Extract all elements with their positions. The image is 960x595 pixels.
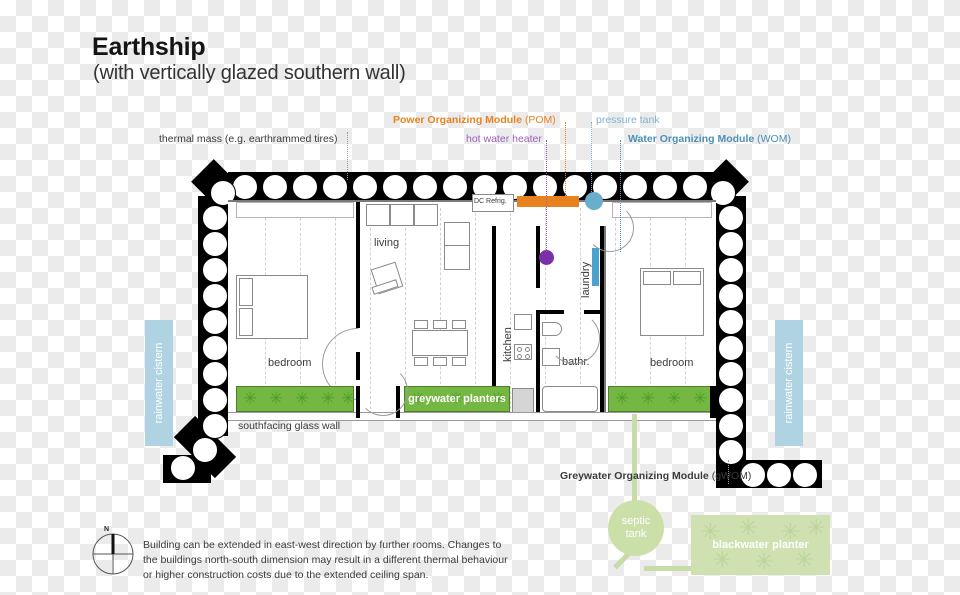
stove-burner-1 (517, 347, 522, 352)
stove-burner-4 (525, 354, 530, 359)
leader-hot-water-heater (546, 140, 547, 252)
leader-wom (620, 140, 621, 252)
rainwater-cistern-left-label: rainwater cistern (153, 342, 165, 424)
stove-burner-2 (525, 347, 530, 352)
pressure-tank (585, 192, 603, 210)
room-label-living: living (374, 237, 400, 249)
dc-refrigerator-label: DC Refrig. (474, 198, 507, 205)
power-organizing-module (517, 196, 579, 207)
dining-chair-2 (433, 320, 447, 329)
sofa-cushion-2 (390, 204, 414, 226)
south-wall-east-end (710, 386, 716, 418)
pillow-left-1 (239, 278, 253, 306)
hot-water-heater (539, 250, 554, 265)
blackwater-planter-label: blackwater planter (712, 539, 809, 551)
partition-kitchen-bath (536, 310, 540, 418)
partition-bath-north-east (584, 310, 602, 314)
callout-pom-bold: Power Organizing Module (393, 114, 522, 126)
room-label-bedroom-left: bedroom (268, 357, 312, 369)
footnote-text: Building can be extended in east-west di… (143, 539, 508, 581)
dining-table (412, 330, 468, 356)
bathtub (542, 386, 598, 412)
door-arc-laundry (586, 204, 634, 252)
blackwater-planter: ✳ ✳ ✳ ✳ ✳ ✳ ✳ blackwater planter (691, 515, 830, 575)
dining-chair-4 (414, 357, 428, 366)
septic-tank-label-line1: septic (621, 515, 651, 528)
callout-hot-water-heater: hot water heater (466, 133, 542, 145)
callout-gwom-abbrev: (gWOM) (711, 470, 752, 482)
greywater-pipe-vertical (632, 414, 637, 504)
rainwater-cistern-left: rainwater cistern (145, 320, 173, 446)
door-arc-bathroom (548, 312, 600, 364)
greywater-planter-west: ✳ ✳ ✳ ✳ ✳ (236, 386, 354, 412)
kitchen-sink (514, 314, 532, 330)
partition-bedroom-living (356, 200, 360, 328)
rainwater-cistern-right-label: rainwater cistern (783, 342, 795, 424)
callout-pressure-tank: pressure tank (596, 114, 660, 126)
dining-chair-5 (433, 357, 447, 366)
callout-greywater-organizing-module: Greywater Organizing Module (gWOM) (560, 470, 751, 482)
compass-north-label: N (104, 526, 110, 533)
greywater-planter-central: ✳ ✳ ✳ greywater planters (404, 386, 510, 412)
pillow-right-2 (673, 271, 701, 285)
sofa-cushion-1 (366, 204, 390, 226)
callout-pom-abbrev: (POM) (524, 114, 556, 126)
callout-wom-abbrev: (WOM) (757, 133, 791, 145)
floor-plan: rainwater cistern rainwater cistern bedr… (0, 0, 960, 595)
greywater-planters-label: greywater planters (408, 393, 506, 405)
bedroom-right-west-wall (604, 226, 606, 416)
sofa-two-seat-cushion (444, 222, 470, 246)
callout-water-organizing-module: Water Organizing Module (WOM) (628, 133, 791, 145)
callout-gwom-bold: Greywater Organizing Module (560, 470, 709, 482)
callout-southfacing-glass-wall: southfacing glass wall (238, 420, 341, 432)
callout-wom-bold: Water Organizing Module (628, 133, 755, 145)
room-label-bedroom-right: bedroom (650, 357, 694, 369)
dining-chair-6 (452, 357, 466, 366)
door-arc-south-entry (358, 366, 408, 416)
leader-thermal-mass (347, 132, 348, 180)
water-organizing-module (592, 248, 599, 286)
septic-tank: septic tank (608, 500, 664, 556)
pillow-left-2 (239, 308, 253, 336)
rainwater-cistern-right: rainwater cistern (775, 320, 803, 446)
roof-joist-hatch-west (236, 202, 354, 218)
room-label-laundry: laundry (580, 261, 592, 298)
septic-tank-label-line2: tank (625, 528, 647, 540)
kitchen-counter (512, 388, 534, 414)
leader-pressure-tank (591, 122, 592, 194)
callout-thermal-mass: thermal mass (e.g. earthrammed tires) (159, 133, 338, 145)
greywater-planter-east: ✳ ✳ ✳ ✳ (608, 386, 714, 412)
room-label-kitchen: kitchen (502, 327, 514, 362)
dining-chair-1 (414, 320, 428, 329)
partition-bath-north (540, 310, 564, 314)
pillow-right-1 (643, 271, 671, 285)
leader-pom (565, 122, 566, 198)
stove-burner-3 (517, 354, 522, 359)
callout-power-organizing-module: Power Organizing Module (POM) (393, 114, 556, 126)
greywater-pipe-to-blackwater-horizontal (644, 566, 698, 571)
sofa-cushion-3 (414, 204, 438, 226)
compass-rose (92, 533, 134, 575)
dining-chair-3 (452, 320, 466, 329)
